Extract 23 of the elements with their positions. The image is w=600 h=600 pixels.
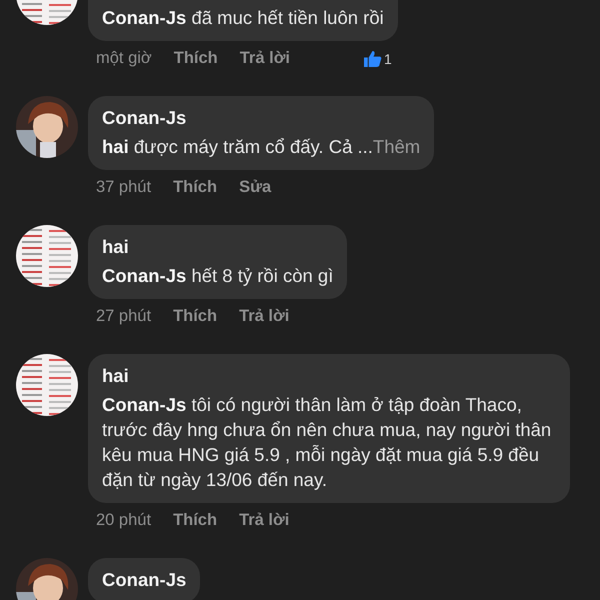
action-link[interactable]: Thích <box>173 178 218 197</box>
comment-text: Conan-Js đã muc hết tiền luôn rồi <box>102 6 384 30</box>
reaction-count[interactable]: 1 <box>362 50 392 67</box>
timestamp: một giờ <box>96 49 152 68</box>
timestamp: 37 phút <box>96 178 152 197</box>
comment-text: hai được máy trăm cổ đấy. Cả ...Thêm <box>102 135 420 159</box>
author-name[interactable]: Conan-Js <box>102 105 420 130</box>
thumbs-up-icon <box>362 50 382 67</box>
action-link[interactable]: Trả lời <box>239 511 290 530</box>
action-link[interactable]: Thích <box>173 307 218 326</box>
timestamp: 27 phút <box>96 307 152 326</box>
action-link[interactable]: Trả lời <box>239 307 290 326</box>
action-link[interactable]: Thích <box>174 49 218 68</box>
author-name[interactable]: Conan-Js <box>102 567 186 592</box>
action-link[interactable]: Trả lời <box>240 49 290 68</box>
action-link[interactable]: Thích <box>173 511 218 530</box>
action-link[interactable]: Sửa <box>239 178 272 197</box>
author-name[interactable]: hai <box>102 363 556 388</box>
author-name[interactable]: hai <box>102 234 334 259</box>
timestamp: 20 phút <box>96 511 152 530</box>
see-more-link[interactable]: Thêm <box>372 136 420 157</box>
comment-text: Conan-Js hết 8 tỷ rồi còn gì <box>102 264 334 288</box>
comment-text: Conan-Js tôi có người thân làm ở tập đoàn Thaco, trước đây hng chưa ổn nên chưa mua, nay người thân kêu mua HNG giá 5.9 , mỗi ngày đặt mua giá 5.9 đều đặn từ ngày 13/06 đến nay. <box>102 393 552 492</box>
